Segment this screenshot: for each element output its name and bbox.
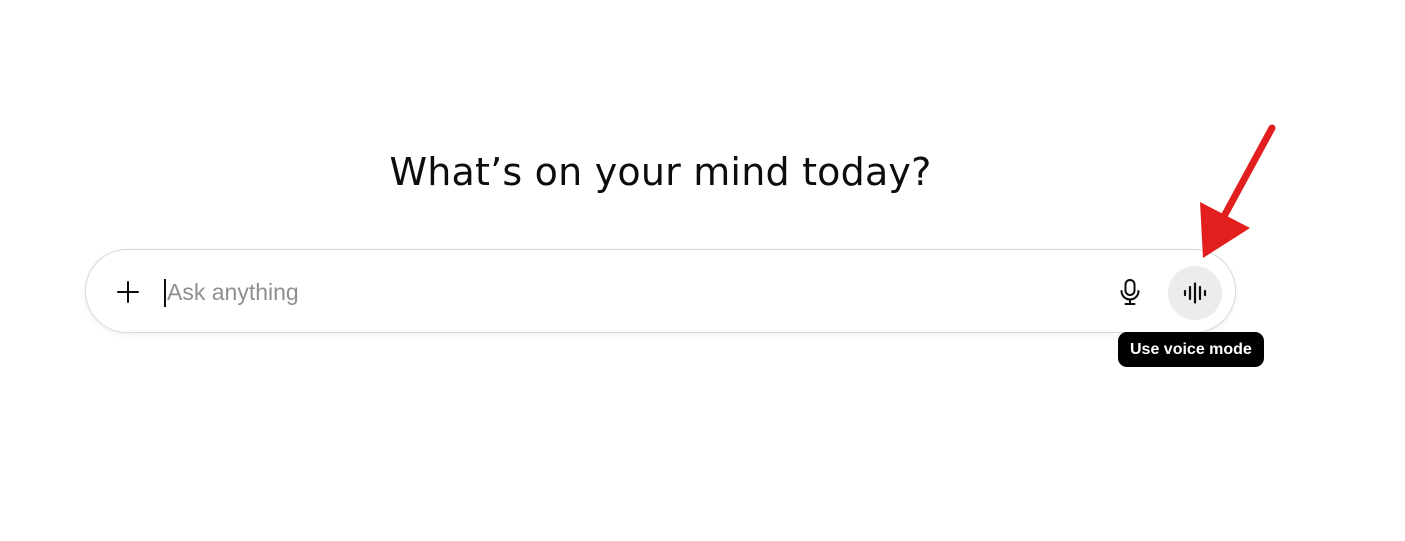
plus-icon (117, 281, 139, 303)
chat-composer (85, 249, 1236, 333)
dictate-button[interactable] (1110, 272, 1150, 312)
voice-mode-button[interactable] (1168, 266, 1222, 320)
text-cursor (164, 279, 166, 307)
waveform-icon (1183, 282, 1207, 304)
microphone-icon (1120, 279, 1140, 305)
attach-button[interactable] (108, 272, 148, 312)
voice-mode-tooltip: Use voice mode (1118, 332, 1264, 367)
page-title: What’s on your mind today? (389, 150, 932, 194)
page: What’s on your mind today? Use voice mod… (0, 0, 1405, 541)
prompt-input[interactable] (163, 274, 1067, 310)
